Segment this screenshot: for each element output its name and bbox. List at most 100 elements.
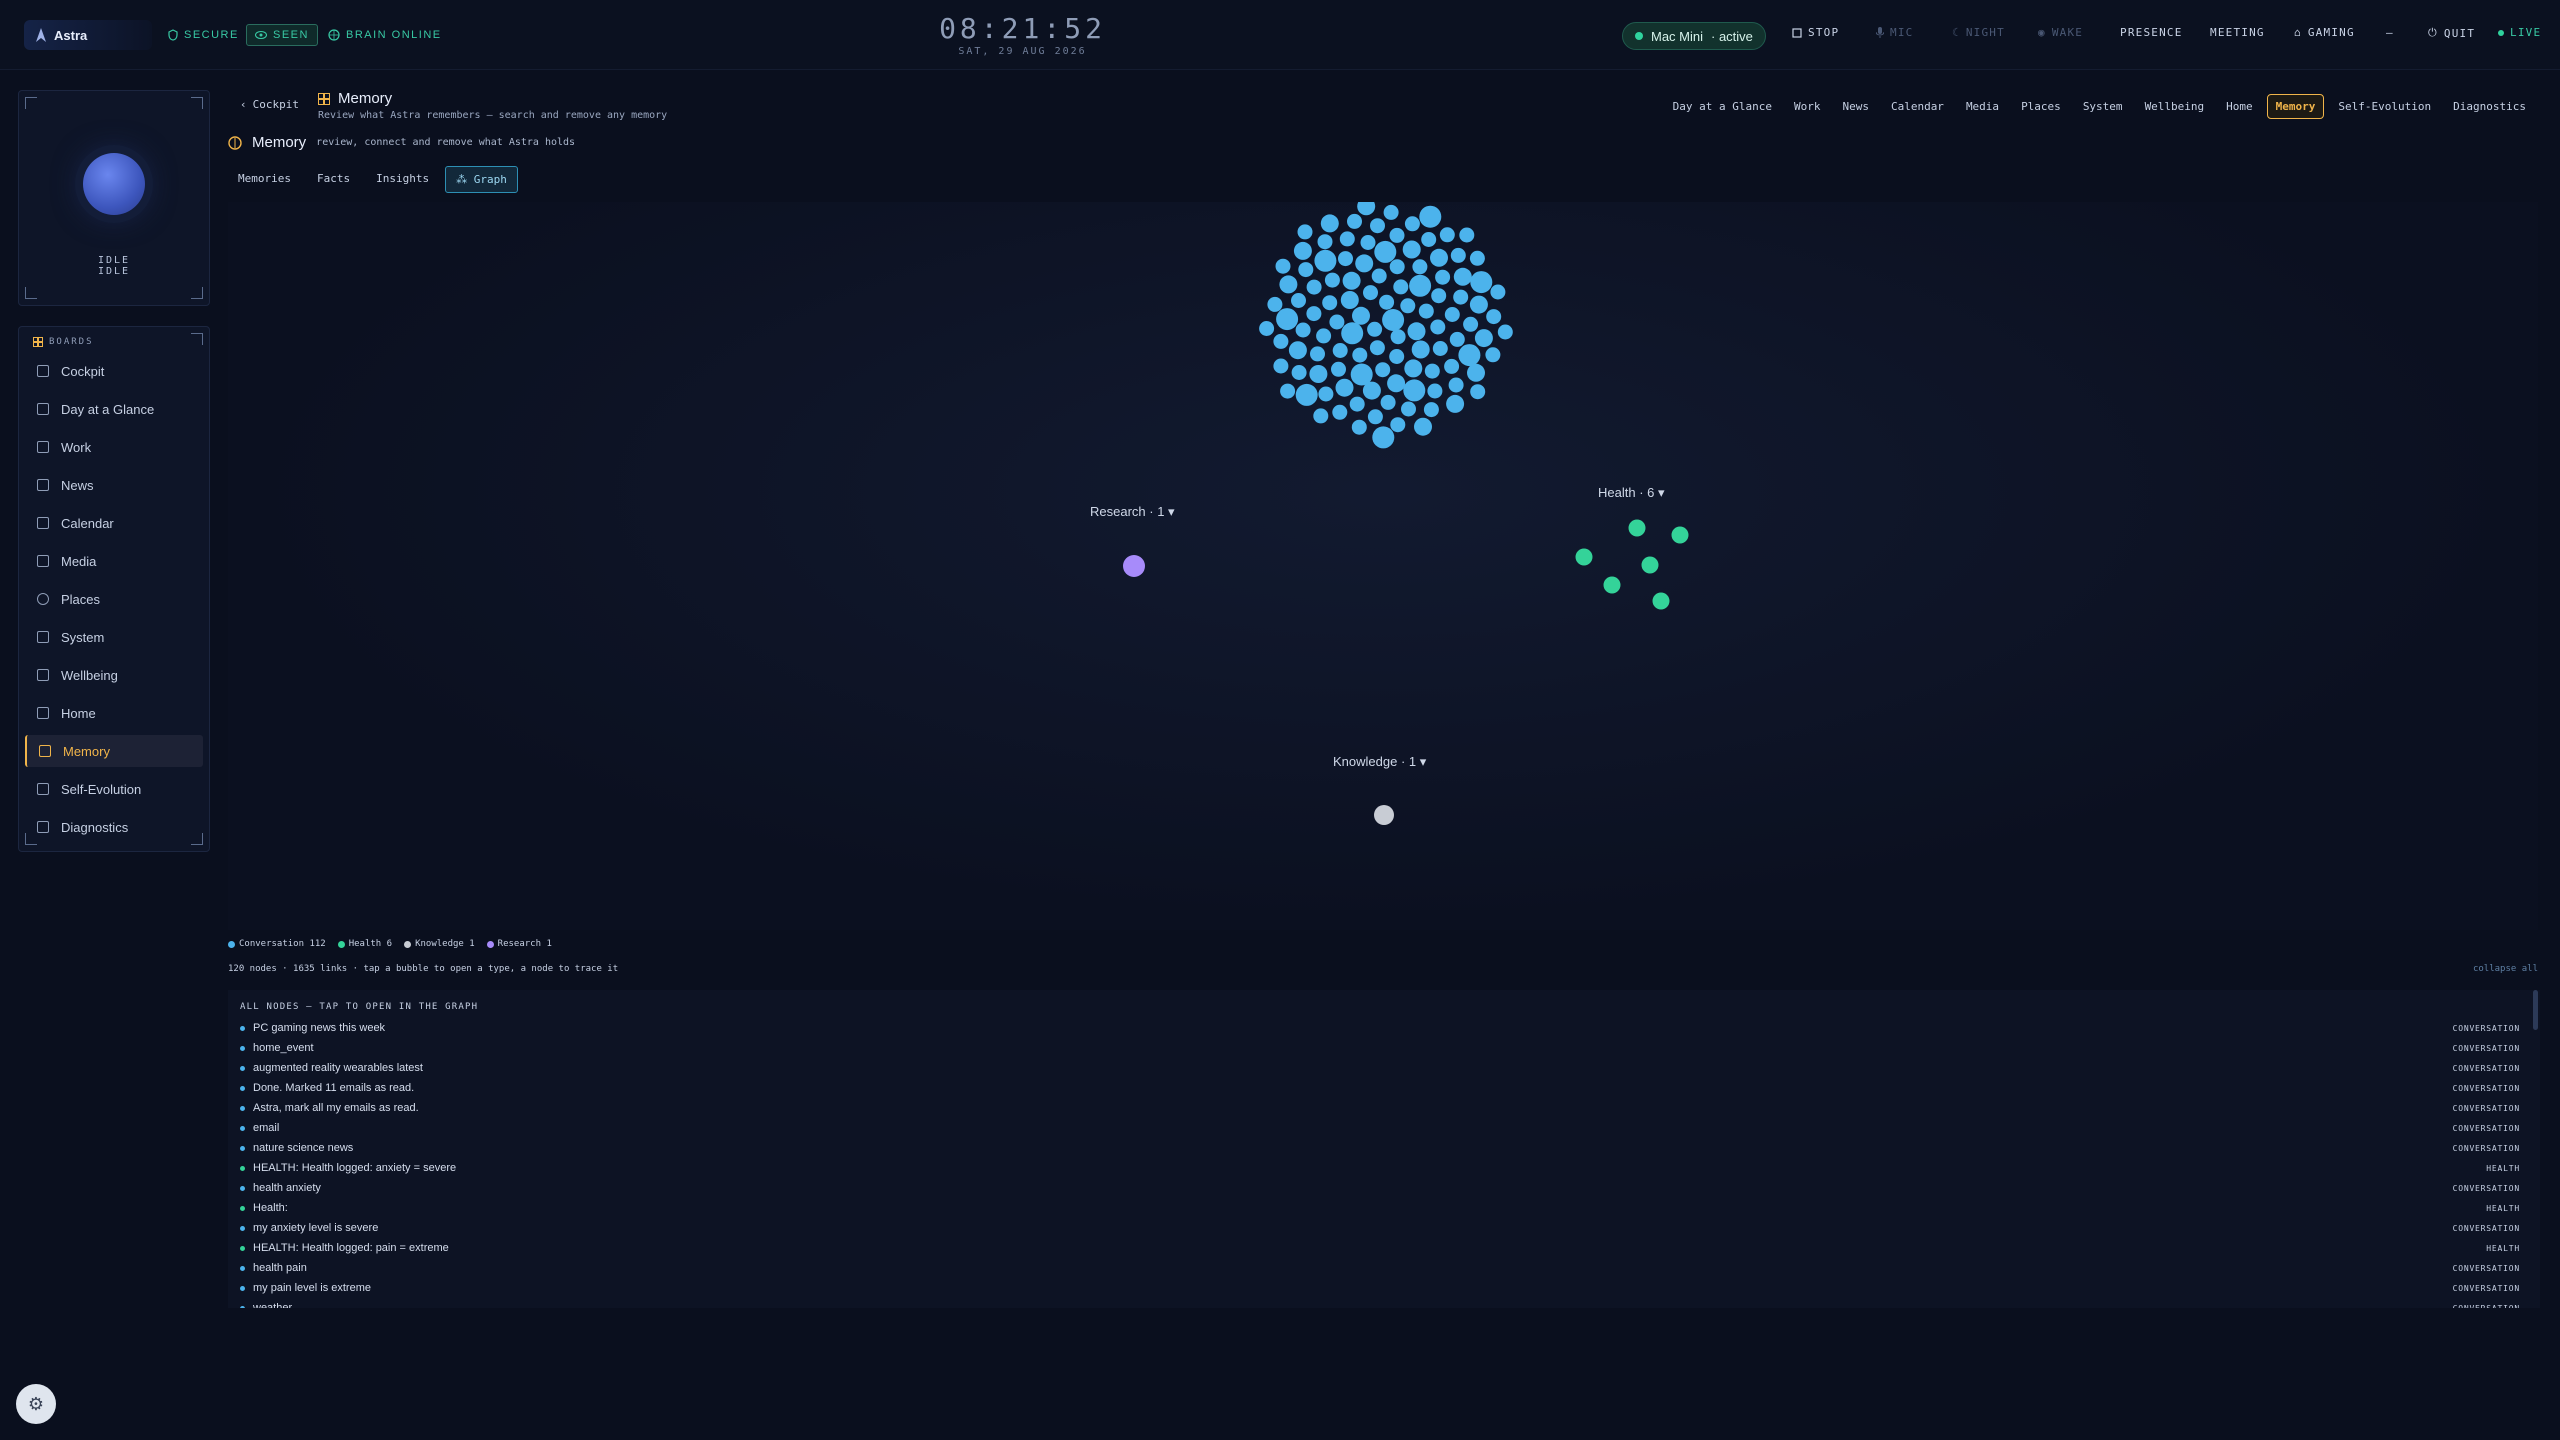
- back-button[interactable]: ‹ Cockpit: [240, 98, 299, 111]
- conversation-node[interactable]: [1393, 279, 1409, 295]
- device-status[interactable]: Mac Mini · active: [1622, 22, 1766, 50]
- conversation-node[interactable]: [1362, 381, 1381, 400]
- conversation-node[interactable]: [1453, 267, 1472, 286]
- conversation-node[interactable]: [1367, 321, 1383, 337]
- conversation-node[interactable]: [1383, 204, 1399, 220]
- conversation-node[interactable]: [1275, 258, 1291, 274]
- conversation-node[interactable]: [1298, 262, 1314, 278]
- conversation-node[interactable]: [1297, 224, 1313, 240]
- health-node[interactable]: [1575, 548, 1593, 566]
- conversation-node[interactable]: [1467, 363, 1485, 382]
- conversation-node[interactable]: [1421, 232, 1437, 247]
- list-item[interactable]: PC gaming news this week CONVERSATION: [240, 1018, 2520, 1038]
- sidebar-item-news[interactable]: News: [25, 469, 203, 501]
- conversation-node[interactable]: [1431, 288, 1447, 304]
- tab-work[interactable]: Work: [1786, 95, 1829, 118]
- legend-research[interactable]: Research 1: [486, 939, 552, 949]
- conversation-node[interactable]: [1444, 358, 1460, 374]
- conversation-node[interactable]: [1280, 383, 1296, 399]
- list-item[interactable]: HEALTH: Health logged: pain = extreme HEA…: [240, 1238, 2520, 1258]
- conversation-node[interactable]: [1453, 289, 1469, 305]
- gaming-button[interactable]: ⌂ GAMING: [2294, 26, 2355, 39]
- conversation-node[interactable]: [1497, 324, 1513, 340]
- conversation-node[interactable]: [1404, 359, 1423, 378]
- subtab-graph[interactable]: ⁂ Graph: [445, 166, 518, 193]
- conversation-node[interactable]: [1407, 322, 1426, 341]
- conversation-node[interactable]: [1331, 361, 1346, 377]
- sidebar-item-memory[interactable]: Memory: [25, 735, 203, 767]
- cluster-label-health[interactable]: Health · 6 ▾: [1598, 485, 1665, 501]
- conversation-node[interactable]: [1449, 331, 1465, 347]
- conversation-node[interactable]: [1400, 298, 1416, 314]
- sidebar-item-cockpit[interactable]: Cockpit: [25, 355, 203, 387]
- conversation-node[interactable]: [1339, 231, 1355, 247]
- conversation-node[interactable]: [1423, 402, 1439, 418]
- conversation-node[interactable]: [1369, 340, 1385, 356]
- sidebar-item-calendar[interactable]: Calendar: [25, 507, 203, 539]
- list-item[interactable]: HEALTH: Health logged: anxiety = severe H…: [240, 1158, 2520, 1178]
- wake-button[interactable]: ◉ WAKE: [2038, 26, 2083, 39]
- conversation-node[interactable]: [1352, 347, 1368, 363]
- conversation-node[interactable]: [1351, 419, 1367, 435]
- tab-news[interactable]: News: [1834, 95, 1877, 118]
- graph-canvas[interactable]: [228, 197, 2538, 930]
- conversation-node[interactable]: [1360, 235, 1376, 250]
- tab-day-at-a-glance[interactable]: Day at a Glance: [1665, 95, 1780, 118]
- conversation-node[interactable]: [1371, 268, 1387, 284]
- conversation-node[interactable]: [1459, 227, 1475, 243]
- list-item[interactable]: Health: HEALTH: [240, 1198, 2520, 1218]
- conversation-node[interactable]: [1313, 408, 1329, 424]
- health-node[interactable]: [1628, 519, 1646, 537]
- conversation-node[interactable]: [1342, 271, 1361, 290]
- conversation-node[interactable]: [1402, 240, 1421, 259]
- conversation-node[interactable]: [1412, 259, 1428, 275]
- tab-places[interactable]: Places: [2013, 95, 2069, 118]
- conversation-node[interactable]: [1458, 344, 1481, 367]
- conversation-node[interactable]: [1332, 404, 1348, 420]
- conversation-node[interactable]: [1341, 322, 1364, 345]
- collapse-all-button[interactable]: collapse all: [2473, 964, 2538, 974]
- tab-system[interactable]: System: [2075, 95, 2131, 118]
- conversation-node[interactable]: [1469, 250, 1485, 266]
- sidebar-item-work[interactable]: Work: [25, 431, 203, 463]
- health-node[interactable]: [1641, 556, 1659, 574]
- conversation-node[interactable]: [1427, 383, 1443, 399]
- conversation-node[interactable]: [1470, 384, 1486, 400]
- conversation-node[interactable]: [1357, 197, 1376, 216]
- conversation-node[interactable]: [1370, 218, 1385, 234]
- conversation-node[interactable]: [1320, 214, 1339, 233]
- conversation-node[interactable]: [1259, 321, 1275, 336]
- conversation-node[interactable]: [1418, 303, 1434, 319]
- conversation-node[interactable]: [1367, 409, 1383, 425]
- sidebar-item-diagnostics[interactable]: Diagnostics: [25, 811, 203, 843]
- conversation-node[interactable]: [1430, 248, 1448, 267]
- legend-health[interactable]: Health 6: [337, 939, 392, 949]
- conversation-node[interactable]: [1309, 365, 1328, 383]
- conversation-node[interactable]: [1432, 341, 1448, 356]
- subtab-insights[interactable]: Insights: [366, 166, 439, 193]
- list-item[interactable]: my anxiety level is severe CONVERSATION: [240, 1218, 2520, 1238]
- memory-graph[interactable]: Research · 1 ▾ Health · 6 ▾ Knowledge · …: [228, 197, 2538, 930]
- subtab-facts[interactable]: Facts: [307, 166, 360, 193]
- conversation-node[interactable]: [1382, 309, 1405, 331]
- presence-button[interactable]: PRESENCE: [2120, 26, 2183, 39]
- night-button[interactable]: ☾ NIGHT: [1952, 26, 2005, 39]
- conversation-node[interactable]: [1380, 394, 1396, 410]
- conversation-node[interactable]: [1419, 205, 1442, 228]
- conversation-node[interactable]: [1390, 329, 1406, 345]
- tab-home[interactable]: Home: [2218, 95, 2261, 118]
- tab-self-evolution[interactable]: Self-Evolution: [2330, 95, 2439, 118]
- tab-calendar[interactable]: Calendar: [1883, 95, 1952, 118]
- conversation-node[interactable]: [1279, 275, 1298, 294]
- list-item[interactable]: email CONVERSATION: [240, 1118, 2520, 1138]
- conversation-node[interactable]: [1332, 343, 1348, 358]
- conversation-node[interactable]: [1446, 394, 1465, 413]
- sidebar-item-self-evolution[interactable]: Self-Evolution: [25, 773, 203, 805]
- conversation-node[interactable]: [1470, 271, 1493, 294]
- conversation-node[interactable]: [1340, 291, 1359, 309]
- conversation-node[interactable]: [1316, 328, 1332, 344]
- conversation-node[interactable]: [1349, 396, 1365, 412]
- minimize-button[interactable]: —: [2386, 26, 2394, 39]
- meeting-button[interactable]: MEETING: [2210, 26, 2265, 39]
- conversation-node[interactable]: [1404, 216, 1420, 232]
